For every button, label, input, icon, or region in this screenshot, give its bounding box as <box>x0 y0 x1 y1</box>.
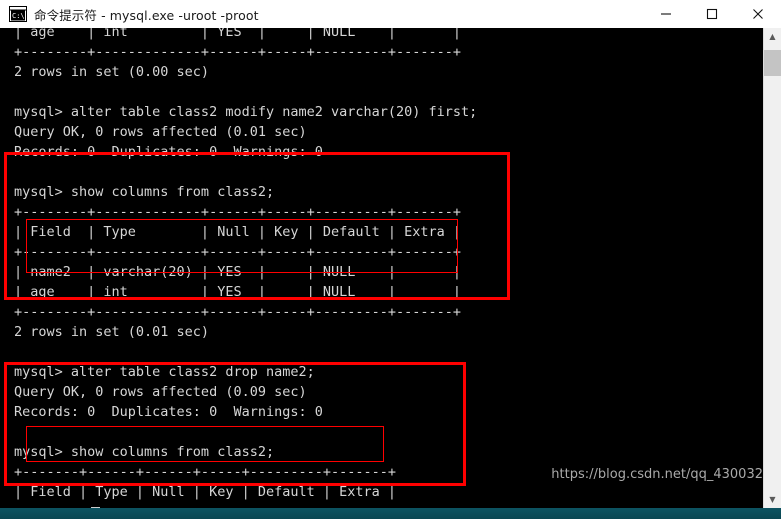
maximize-button[interactable] <box>689 0 735 28</box>
screenshot-root: 表 素 表 前 37 C:\ 命令提示符 - mysql.exe -uroot … <box>0 0 781 519</box>
window-title: 命令提示符 - mysql.exe -uroot -proot <box>34 7 259 23</box>
taskbar <box>0 508 781 519</box>
console-text: | age | int | YES | | NULL | | +--------… <box>14 28 478 508</box>
watermark-url: https://blog.csdn.net/qq_430032 <box>551 467 763 482</box>
minimize-button[interactable] <box>643 0 689 28</box>
scrollbar-up-arrow-icon[interactable]: ▲ <box>764 28 781 45</box>
command-prompt-window: C:\ 命令提示符 - mysql.exe -uroot -proot | ag… <box>0 0 781 508</box>
terminal-scrollbar[interactable]: ▲ ▼ <box>763 28 781 508</box>
svg-text:C:\: C:\ <box>12 12 25 20</box>
window-controls <box>643 0 781 28</box>
terminal-output-area[interactable]: | age | int | YES | | NULL | | +--------… <box>0 28 781 508</box>
scrollbar-thumb[interactable] <box>764 50 781 76</box>
scrollbar-down-arrow-icon[interactable]: ▼ <box>764 491 781 508</box>
window-titlebar[interactable]: C:\ 命令提示符 - mysql.exe -uroot -proot <box>0 0 781 29</box>
command-prompt-icon: C:\ <box>9 6 27 22</box>
close-button[interactable] <box>735 0 781 28</box>
